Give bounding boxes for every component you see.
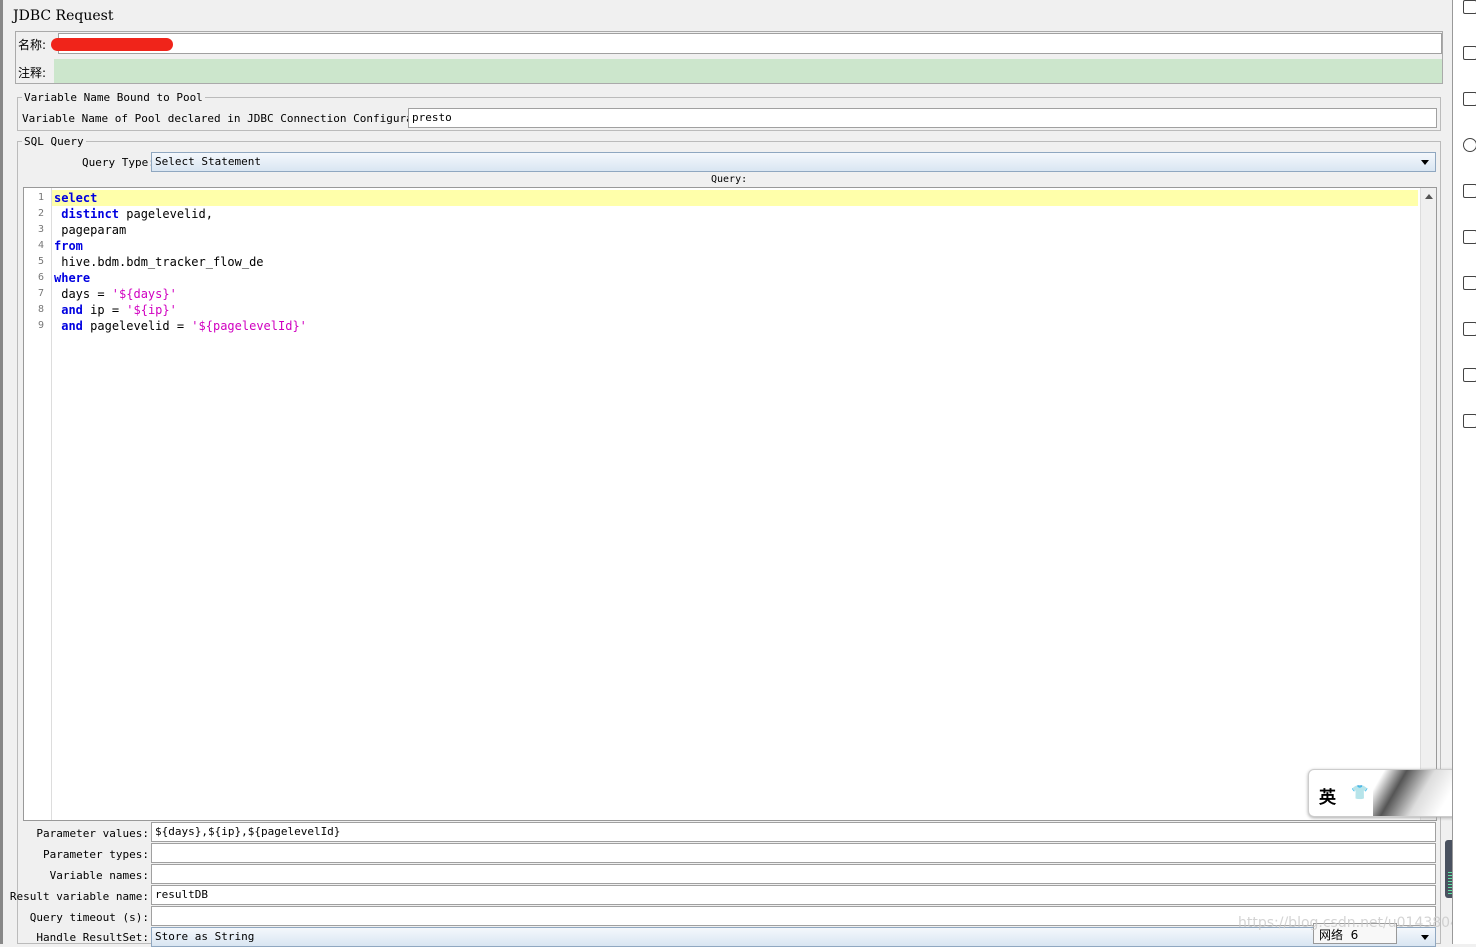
pool-legend: Variable Name Bound to Pool [24, 91, 203, 104]
shirt-icon[interactable]: 👕 [1351, 785, 1368, 801]
code-token: '${pagelevelId}' [191, 319, 307, 333]
code-token: and [61, 303, 83, 317]
translate-icon[interactable] [1463, 368, 1476, 382]
pool-input[interactable]: presto [408, 108, 1437, 128]
code-token: pagelevelid, [119, 207, 213, 221]
ime-language[interactable]: 英 [1319, 783, 1336, 808]
code-line: hive.bdm.bdm_tracker_flow_de [54, 254, 1420, 270]
code-token: pageparam [54, 223, 127, 237]
param-label: Parameter types: [43, 848, 149, 861]
query-label: Query: [711, 174, 748, 185]
chat-icon[interactable] [1463, 276, 1476, 290]
param-input[interactable]: ${days},${ip},${pagelevelId} [151, 822, 1436, 842]
scroll-up-icon[interactable] [1425, 194, 1433, 199]
line-number: 2 [37, 208, 44, 219]
pool-label: Variable Name of Pool declared in JDBC C… [22, 112, 446, 125]
code-line: distinct pagelevelid, [54, 206, 1420, 222]
line-number: 3 [37, 224, 44, 235]
code-line: pageparam [54, 222, 1420, 238]
sql-legend: SQL Query [24, 135, 84, 148]
line-number: 9 [37, 320, 44, 331]
query-type-value: Select Statement [155, 155, 261, 168]
star-icon[interactable] [1463, 46, 1476, 60]
code-token: select [54, 191, 98, 205]
chevron-down-icon [1421, 160, 1429, 165]
comment-input[interactable] [54, 59, 1442, 83]
code-line: where [54, 270, 1420, 286]
param-input[interactable] [151, 843, 1436, 863]
line-number: 4 [37, 240, 44, 251]
line-number: 1 [37, 192, 44, 203]
handle-resultset-label: Handle ResultSet: [36, 931, 149, 944]
chevron-down-icon [1421, 935, 1429, 940]
line-number: 5 [37, 256, 44, 267]
ime-toolbar[interactable]: 英 👕 [1308, 769, 1458, 817]
code-token: hive.bdm.bdm_tracker_flow_de [54, 255, 264, 269]
code-token: from [54, 239, 83, 253]
circle-icon[interactable] [1463, 138, 1476, 152]
book-icon[interactable] [1463, 92, 1476, 106]
code-token: distinct [61, 207, 120, 221]
handle-resultset-value: Store as String [155, 930, 255, 943]
bag-icon[interactable] [1463, 322, 1476, 336]
line-number: 7 [37, 288, 44, 299]
jdbc-request-panel: JDBC Request 名称: 注释: Variable Name Bound… [0, 0, 1476, 947]
code-token: ip = [82, 303, 127, 317]
line-number: 6 [37, 272, 44, 283]
redaction-mark [51, 38, 173, 51]
cart-icon[interactable] [1463, 414, 1476, 428]
query-type-select[interactable]: Select Statement [151, 152, 1436, 172]
card-icon[interactable] [1463, 0, 1476, 14]
right-sidebar [1452, 0, 1476, 944]
name-comment-box: 名称: 注释: [15, 31, 1443, 84]
code-token: and [61, 319, 83, 333]
sql-editor[interactable]: 1 2 3 4 5 6 7 8 9 select distinct pagelevelid, p… [23, 187, 1437, 821]
editor-scrollbar[interactable] [1420, 188, 1436, 820]
skin-image [1373, 770, 1457, 816]
code-line: select [52, 190, 1418, 206]
watermark: https://blog.csdn.net/u014380491 [1238, 915, 1476, 931]
param-label: Result variable name: [9, 890, 149, 903]
code-line: and ip = '${ip}' [54, 302, 1420, 318]
page-title: JDBC Request [13, 8, 114, 24]
live-icon[interactable] [1463, 230, 1476, 244]
code-line: and pagelevelid = '${pagelevelId}' [54, 318, 1420, 334]
video-icon[interactable] [1463, 184, 1476, 198]
code-line: from [54, 238, 1420, 254]
comment-label: 注释: [18, 66, 47, 80]
code-token: where [54, 271, 91, 285]
param-label: Parameter values: [36, 827, 149, 840]
param-input[interactable]: resultDB [151, 885, 1436, 905]
line-number-gutter: 1 2 3 4 5 6 7 8 9 [24, 188, 52, 820]
param-label: Query timeout (s): [29, 911, 149, 924]
code-line: days = '${days}' [54, 286, 1420, 302]
code-token: '${ip}' [126, 303, 177, 317]
code-token: pagelevelid = [82, 319, 192, 333]
name-label: 名称: [18, 38, 47, 52]
line-number: 8 [37, 304, 44, 315]
name-input[interactable] [58, 33, 1442, 54]
param-input[interactable] [151, 864, 1436, 884]
param-label: Variable names: [49, 869, 149, 882]
code-token: '${days}' [111, 287, 177, 301]
code-token: days = [54, 287, 112, 301]
query-type-label: Query Type: [82, 156, 155, 169]
